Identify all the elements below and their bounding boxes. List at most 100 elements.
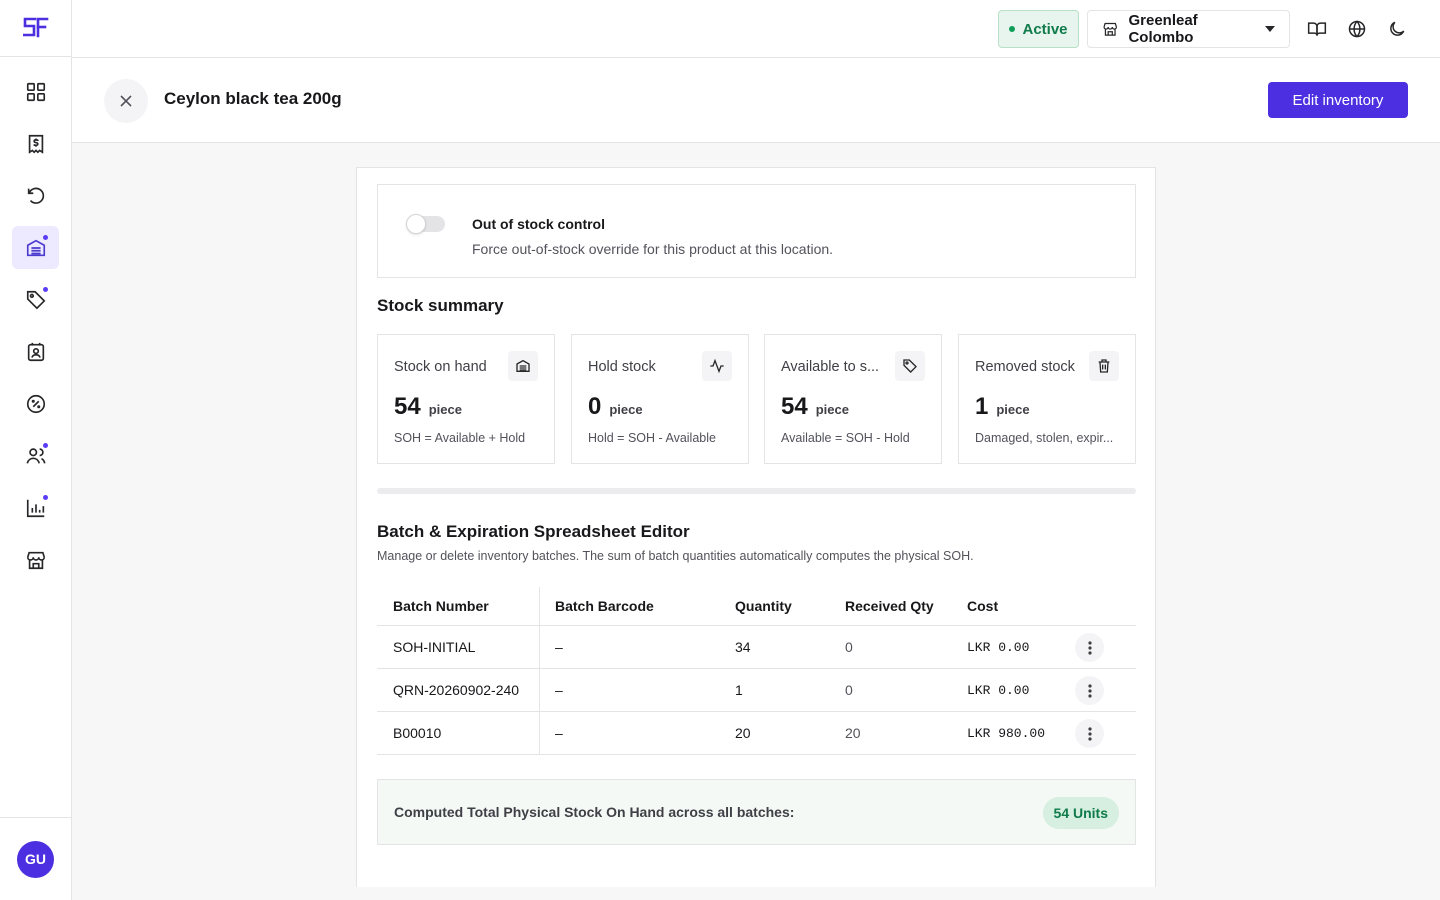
quantity-cell[interactable]: 20 bbox=[735, 712, 751, 754]
row-menu-button[interactable] bbox=[1075, 633, 1104, 662]
status-dot bbox=[1009, 26, 1016, 32]
column-header[interactable]: Quantity bbox=[735, 587, 792, 625]
batch-number-cell[interactable]: QRN-20260902-240 bbox=[393, 669, 519, 711]
stat-card-available: Available to s... 54 piece Available = S… bbox=[764, 334, 942, 464]
batch-editor-title: Batch & Expiration Spreadsheet Editor bbox=[377, 522, 690, 541]
sidebar-item-contacts[interactable] bbox=[12, 330, 59, 373]
stat-label: Removed stock bbox=[975, 359, 1075, 375]
close-icon bbox=[120, 95, 132, 107]
more-vertical-icon bbox=[1087, 726, 1092, 741]
batch-number-cell[interactable]: B00010 bbox=[393, 712, 441, 754]
status-badge: Active bbox=[998, 10, 1079, 48]
close-button[interactable] bbox=[104, 79, 148, 123]
batch-barcode-cell[interactable]: – bbox=[555, 712, 563, 754]
sidebar-item-reports[interactable] bbox=[12, 486, 59, 529]
total-units-badge: 54 Units bbox=[1042, 797, 1119, 829]
row-menu-button[interactable] bbox=[1075, 676, 1104, 705]
column-header[interactable]: Batch Number bbox=[393, 587, 489, 625]
contact-card-icon bbox=[27, 342, 44, 361]
book-open-icon bbox=[1307, 22, 1327, 36]
section-divider bbox=[377, 488, 1136, 494]
sidebar-item-sales[interactable] bbox=[12, 122, 59, 165]
column-header[interactable]: Received Qty bbox=[845, 587, 934, 625]
status-text: Active bbox=[1022, 20, 1068, 38]
total-label: Computed Total Physical Stock On Hand ac… bbox=[394, 804, 795, 820]
app-logo[interactable] bbox=[0, 0, 71, 57]
received-qty-cell[interactable]: 20 bbox=[845, 712, 861, 754]
quantity-cell[interactable]: 34 bbox=[735, 626, 751, 668]
quantity-cell[interactable]: 1 bbox=[735, 669, 743, 711]
globe-icon bbox=[1348, 20, 1366, 38]
cost-cell[interactable]: LKR 0.00 bbox=[967, 626, 1029, 668]
users-icon bbox=[25, 447, 46, 464]
batch-barcode-cell[interactable]: – bbox=[555, 669, 563, 711]
batch-number-cell[interactable]: SOH-INITIAL bbox=[393, 626, 475, 668]
trash-icon bbox=[1089, 351, 1119, 381]
row-menu-button[interactable] bbox=[1075, 719, 1104, 748]
sidebar-item-inventory[interactable] bbox=[12, 226, 59, 269]
language-button[interactable] bbox=[1345, 17, 1369, 41]
received-qty-cell[interactable]: 0 bbox=[845, 626, 853, 668]
stat-unit: piece bbox=[996, 402, 1030, 417]
grid-icon bbox=[26, 82, 45, 101]
column-separator bbox=[539, 587, 540, 625]
batch-table: Batch Number Batch Barcode Quantity Rece… bbox=[377, 587, 1136, 755]
table-header: Batch Number Batch Barcode Quantity Rece… bbox=[377, 587, 1136, 626]
received-qty-cell[interactable]: 0 bbox=[845, 669, 853, 711]
avatar[interactable]: GU bbox=[17, 840, 54, 878]
stat-value: 1 piece bbox=[975, 393, 1030, 421]
sidebar-item-stores[interactable] bbox=[12, 538, 59, 581]
batch-barcode-cell[interactable]: – bbox=[555, 626, 563, 668]
more-vertical-icon bbox=[1087, 640, 1092, 655]
docs-button[interactable] bbox=[1305, 17, 1329, 41]
caret-down-icon bbox=[1265, 26, 1275, 32]
sidebar: GU bbox=[0, 0, 72, 900]
topbar: Active Greenleaf Colombo bbox=[72, 0, 1440, 58]
batch-editor-description: Manage or delete inventory batches. The … bbox=[377, 549, 974, 563]
more-vertical-icon bbox=[1087, 683, 1092, 698]
column-header[interactable]: Batch Barcode bbox=[555, 587, 654, 625]
warehouse-icon bbox=[26, 239, 45, 256]
discount-icon bbox=[26, 394, 45, 413]
sidebar-item-dashboard[interactable] bbox=[12, 70, 59, 113]
sidebar-item-returns[interactable] bbox=[12, 174, 59, 217]
stat-unit: piece bbox=[428, 402, 462, 417]
stat-card-stock-on-hand: Stock on hand 54 piece SOH = Available +… bbox=[377, 334, 555, 464]
stat-unit: piece bbox=[609, 402, 643, 417]
sidebar-nav bbox=[0, 70, 71, 590]
stat-value: 54 piece bbox=[394, 393, 462, 421]
stat-note: SOH = Available + Hold bbox=[394, 431, 526, 445]
notification-dot bbox=[43, 235, 48, 240]
table-row[interactable]: B00010 – 20 20 LKR 980.00 bbox=[377, 712, 1136, 755]
sidebar-footer: GU bbox=[0, 817, 71, 900]
sidebar-item-customers[interactable] bbox=[12, 434, 59, 477]
tag-icon bbox=[895, 351, 925, 381]
page-header: Ceylon black tea 200g Edit inventory bbox=[72, 58, 1440, 143]
column-header[interactable]: Cost bbox=[967, 587, 998, 625]
table-row[interactable]: SOH-INITIAL – 34 0 LKR 0.00 bbox=[377, 626, 1136, 669]
warehouse-icon bbox=[508, 351, 538, 381]
notification-dot bbox=[43, 287, 48, 292]
store-icon bbox=[26, 551, 45, 569]
cost-cell[interactable]: LKR 0.00 bbox=[967, 669, 1029, 711]
bar-chart-icon bbox=[26, 499, 44, 517]
edit-inventory-button[interactable]: Edit inventory bbox=[1268, 82, 1408, 118]
total-stock-summary: Computed Total Physical Stock On Hand ac… bbox=[377, 779, 1136, 845]
stat-note: Hold = SOH - Available bbox=[588, 431, 716, 445]
column-separator bbox=[539, 669, 540, 711]
stat-number: 1 bbox=[975, 393, 989, 420]
store-selector[interactable]: Greenleaf Colombo bbox=[1087, 10, 1290, 48]
moon-icon bbox=[1390, 21, 1405, 36]
out-of-stock-toggle[interactable] bbox=[406, 214, 445, 234]
logo-icon bbox=[22, 17, 48, 38]
page-title: Ceylon black tea 200g bbox=[164, 89, 342, 108]
sidebar-item-discounts[interactable] bbox=[12, 382, 59, 425]
table-row[interactable]: QRN-20260902-240 – 1 0 LKR 0.00 bbox=[377, 669, 1136, 712]
theme-toggle-button[interactable] bbox=[1385, 17, 1409, 41]
sidebar-item-products[interactable] bbox=[12, 278, 59, 321]
column-separator bbox=[539, 712, 540, 754]
notification-dot bbox=[43, 495, 48, 500]
stat-value: 0 piece bbox=[588, 393, 643, 421]
stat-note: Damaged, stolen, expir... bbox=[975, 431, 1114, 445]
cost-cell[interactable]: LKR 980.00 bbox=[967, 712, 1045, 754]
